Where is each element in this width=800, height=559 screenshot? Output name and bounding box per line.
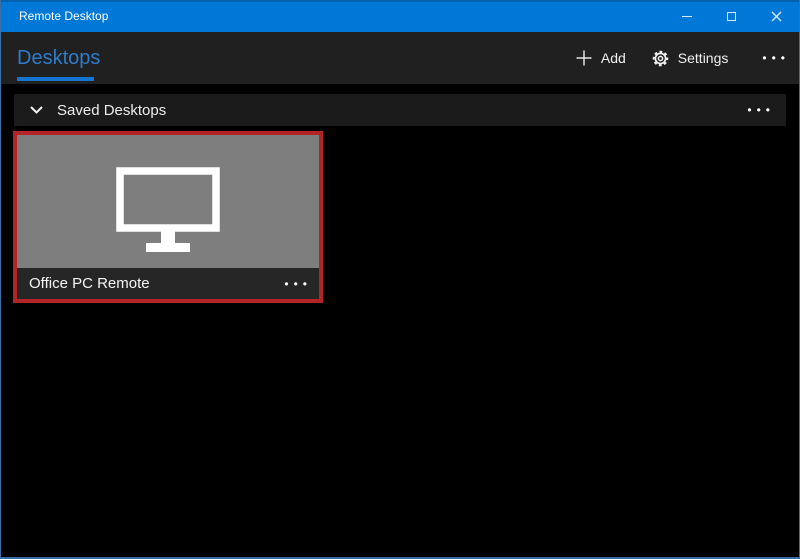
settings-button-label: Settings: [677, 50, 729, 66]
tab-active-underline: [17, 77, 94, 81]
maximize-button[interactable]: [709, 0, 754, 32]
settings-button[interactable]: Settings: [652, 50, 729, 67]
main-content: Saved Desktops ••• Office PC Remote •••: [1, 94, 799, 303]
title-bar: Remote Desktop: [1, 0, 799, 32]
header-more-button[interactable]: •••: [762, 52, 790, 64]
close-button[interactable]: [754, 0, 799, 32]
window-title: Remote Desktop: [19, 9, 109, 23]
collapse-chevron-button[interactable]: [30, 106, 43, 114]
saved-desktops-title: Saved Desktops: [57, 101, 167, 119]
close-icon: [771, 11, 782, 21]
tile-name: Office PC Remote: [29, 275, 150, 292]
tile-label-bar: Office PC Remote •••: [17, 268, 319, 299]
desktop-tile-office-pc-remote[interactable]: Office PC Remote •••: [13, 131, 323, 303]
add-button-label: Add: [600, 50, 626, 66]
app-header: Desktops Add Settings •••: [1, 32, 799, 84]
tile-thumbnail: [17, 135, 319, 268]
chevron-down-icon: [30, 106, 43, 114]
plus-icon: [576, 50, 592, 66]
saved-desktops-bar[interactable]: Saved Desktops •••: [14, 94, 786, 126]
remote-desktop-window: Remote Desktop Desktops Add Settings •••…: [0, 0, 800, 559]
minimize-icon: [681, 15, 692, 17]
maximize-icon: [727, 11, 736, 21]
monitor-icon: [116, 167, 220, 252]
minimize-button[interactable]: [664, 0, 709, 32]
saved-desktops-more-button[interactable]: •••: [747, 104, 791, 116]
tile-more-button[interactable]: •••: [284, 278, 312, 290]
header-actions: Add Settings •••: [550, 50, 799, 67]
gear-icon: [652, 50, 669, 66]
window-controls: [664, 0, 799, 32]
add-button[interactable]: Add: [576, 50, 626, 66]
